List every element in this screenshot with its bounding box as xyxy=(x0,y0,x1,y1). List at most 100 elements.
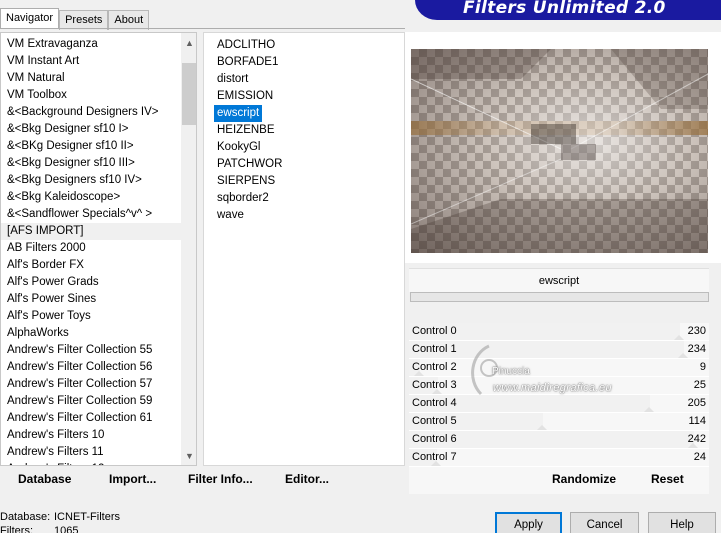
help-button[interactable]: Help xyxy=(648,512,716,533)
apply-button[interactable]: Apply xyxy=(495,512,562,533)
category-item[interactable]: &<Bkg Designer sf10 I> xyxy=(1,121,181,138)
control-slider[interactable]: Control 5 114 xyxy=(409,413,709,431)
progress-bar xyxy=(410,292,709,302)
tab-divider xyxy=(0,28,405,29)
filter-item[interactable]: HEIZENBE xyxy=(214,122,278,139)
control-value: 242 xyxy=(687,433,706,445)
control-slider[interactable]: Control 4 205 xyxy=(409,395,709,413)
app-title: Filters Unlimited 2.0 xyxy=(463,0,666,18)
watermark-name: Pinuccia xyxy=(492,366,530,377)
randomize-button[interactable]: Randomize xyxy=(552,472,616,486)
filter-item[interactable]: EMISSION xyxy=(214,88,276,105)
category-list[interactable]: VM Extravaganza VM Instant Art VM Natural V… xyxy=(0,32,197,466)
cancel-button[interactable]: Cancel xyxy=(570,512,639,533)
slider-thumb-icon[interactable] xyxy=(644,407,654,412)
slider-thumb-icon[interactable] xyxy=(674,335,684,340)
database-label: Database: xyxy=(0,511,51,523)
category-item[interactable]: Alf's Power Grads xyxy=(1,274,181,291)
category-item[interactable]: Andrew's Filter Collection 55 xyxy=(1,342,181,359)
watermark-url: www.maidiregrafica.eu xyxy=(493,382,613,394)
category-item[interactable]: &<Bkg Kaleidoscope> xyxy=(1,189,181,206)
control-value: 114 xyxy=(688,415,706,427)
filter-info-button[interactable]: Filter Info... xyxy=(188,472,253,486)
category-item[interactable]: VM Toolbox xyxy=(1,87,181,104)
control-label: Control 5 xyxy=(412,415,457,427)
category-item[interactable]: Andrew's Filter Collection 56 xyxy=(1,359,181,376)
control-slider[interactable]: Control 7 24 xyxy=(409,449,709,467)
category-item[interactable]: VM Extravaganza xyxy=(1,36,181,53)
command-bar: Database Import... Filter Info... Editor… xyxy=(0,467,405,494)
category-item[interactable]: &<Bkg Designer sf10 III> xyxy=(1,155,181,172)
category-item[interactable]: Alf's Border FX xyxy=(1,257,181,274)
category-item[interactable]: AlphaWorks xyxy=(1,325,181,342)
category-item[interactable]: &<Bkg Designers sf10 IV> xyxy=(1,172,181,189)
filter-items: ADCLITHO BORFADE1 distort EMISSION ewscript H… xyxy=(214,37,285,224)
control-label: Control 0 xyxy=(412,325,457,337)
category-item[interactable]: &<Background Designers IV> xyxy=(1,104,181,121)
preview-image xyxy=(411,49,708,253)
preview-command-bar: Randomize Reset xyxy=(409,467,709,494)
scroll-thumb[interactable] xyxy=(182,63,196,125)
control-label: Control 2 xyxy=(412,361,457,373)
control-slider[interactable]: Control 6 242 xyxy=(409,431,709,449)
category-item[interactable]: &<BKg Designer sf10 II> xyxy=(1,138,181,155)
slider-thumb-icon[interactable] xyxy=(537,425,547,430)
category-item[interactable]: Alf's Power Sines xyxy=(1,291,181,308)
tab-about[interactable]: About xyxy=(108,10,150,30)
control-slider[interactable]: Control 1 234 xyxy=(409,341,709,359)
category-item[interactable]: Andrew's Filter Collection 61 xyxy=(1,410,181,427)
category-item[interactable]: VM Natural xyxy=(1,70,181,87)
category-scrollbar[interactable]: ▲ ▼ xyxy=(181,33,196,465)
category-item[interactable]: [AFS IMPORT] xyxy=(1,223,181,240)
category-item[interactable]: Andrew's Filter Collection 59 xyxy=(1,393,181,410)
tab-strip: Navigator Presets About xyxy=(0,8,150,30)
editor-button[interactable]: Editor... xyxy=(285,472,329,486)
control-value: 230 xyxy=(687,325,706,337)
filter-item[interactable]: distort xyxy=(214,71,251,88)
control-value: 205 xyxy=(687,397,706,409)
status-area: Database: ICNET-Filters Filters: 1065 xyxy=(0,510,120,533)
category-item[interactable]: VM Instant Art xyxy=(1,53,181,70)
control-label: Control 7 xyxy=(412,451,457,463)
control-label: Control 3 xyxy=(412,379,457,391)
filter-item[interactable]: sqborder2 xyxy=(214,190,272,207)
filter-list[interactable]: ADCLITHO BORFADE1 distort EMISSION ewscript H… xyxy=(203,32,405,466)
filters-count-value: 1065 xyxy=(54,525,79,533)
control-value: 234 xyxy=(687,343,706,355)
scroll-down-arrow-icon[interactable]: ▼ xyxy=(181,448,196,465)
filter-item[interactable]: SIERPENS xyxy=(214,173,278,190)
filter-item[interactable]: BORFADE1 xyxy=(214,54,281,71)
category-items: VM Extravaganza VM Instant Art VM Natural V… xyxy=(1,36,181,465)
control-value: 9 xyxy=(699,361,706,373)
category-item[interactable]: Alf's Power Toys xyxy=(1,308,181,325)
filters-count-label: Filters: xyxy=(0,525,33,533)
control-value: 25 xyxy=(693,379,706,391)
control-slider[interactable]: Control 0 230 xyxy=(409,323,709,341)
control-label: Control 6 xyxy=(412,433,457,445)
selected-filter-name: ewscript xyxy=(409,268,709,292)
database-value: ICNET-Filters xyxy=(54,511,120,523)
tab-navigator[interactable]: Navigator xyxy=(0,8,60,29)
category-item[interactable]: Andrew's Filter Collection 57 xyxy=(1,376,181,393)
reset-button[interactable]: Reset xyxy=(651,472,684,486)
control-sliders: Control 0 230 Control 1 234 Control 2 9 Contro… xyxy=(409,323,709,467)
database-button[interactable]: Database xyxy=(18,472,71,486)
control-label: Control 4 xyxy=(412,397,457,409)
scroll-up-arrow-icon[interactable]: ▲ xyxy=(181,35,196,52)
filter-item[interactable]: KookyGl xyxy=(214,139,263,156)
category-item[interactable]: &<Sandflower Specials^v^ > xyxy=(1,206,181,223)
category-item[interactable]: Andrew's Filters 12 xyxy=(1,461,181,465)
category-item[interactable]: Andrew's Filters 10 xyxy=(1,427,181,444)
control-value: 24 xyxy=(693,451,706,463)
control-slider[interactable]: Control 2 9 xyxy=(409,359,709,377)
filter-item[interactable]: wave xyxy=(214,207,247,224)
tab-presets[interactable]: Presets xyxy=(59,10,109,30)
category-item[interactable]: AB Filters 2000 xyxy=(1,240,181,257)
slider-thumb-icon[interactable] xyxy=(678,353,688,358)
category-item[interactable]: Andrew's Filters 11 xyxy=(1,444,181,461)
import-button[interactable]: Import... xyxy=(109,472,156,486)
filter-item[interactable]: ADCLITHO xyxy=(214,37,278,54)
filter-item[interactable]: PATCHWOR xyxy=(214,156,285,173)
control-label: Control 1 xyxy=(412,343,457,355)
filter-item[interactable]: ewscript xyxy=(214,105,263,122)
